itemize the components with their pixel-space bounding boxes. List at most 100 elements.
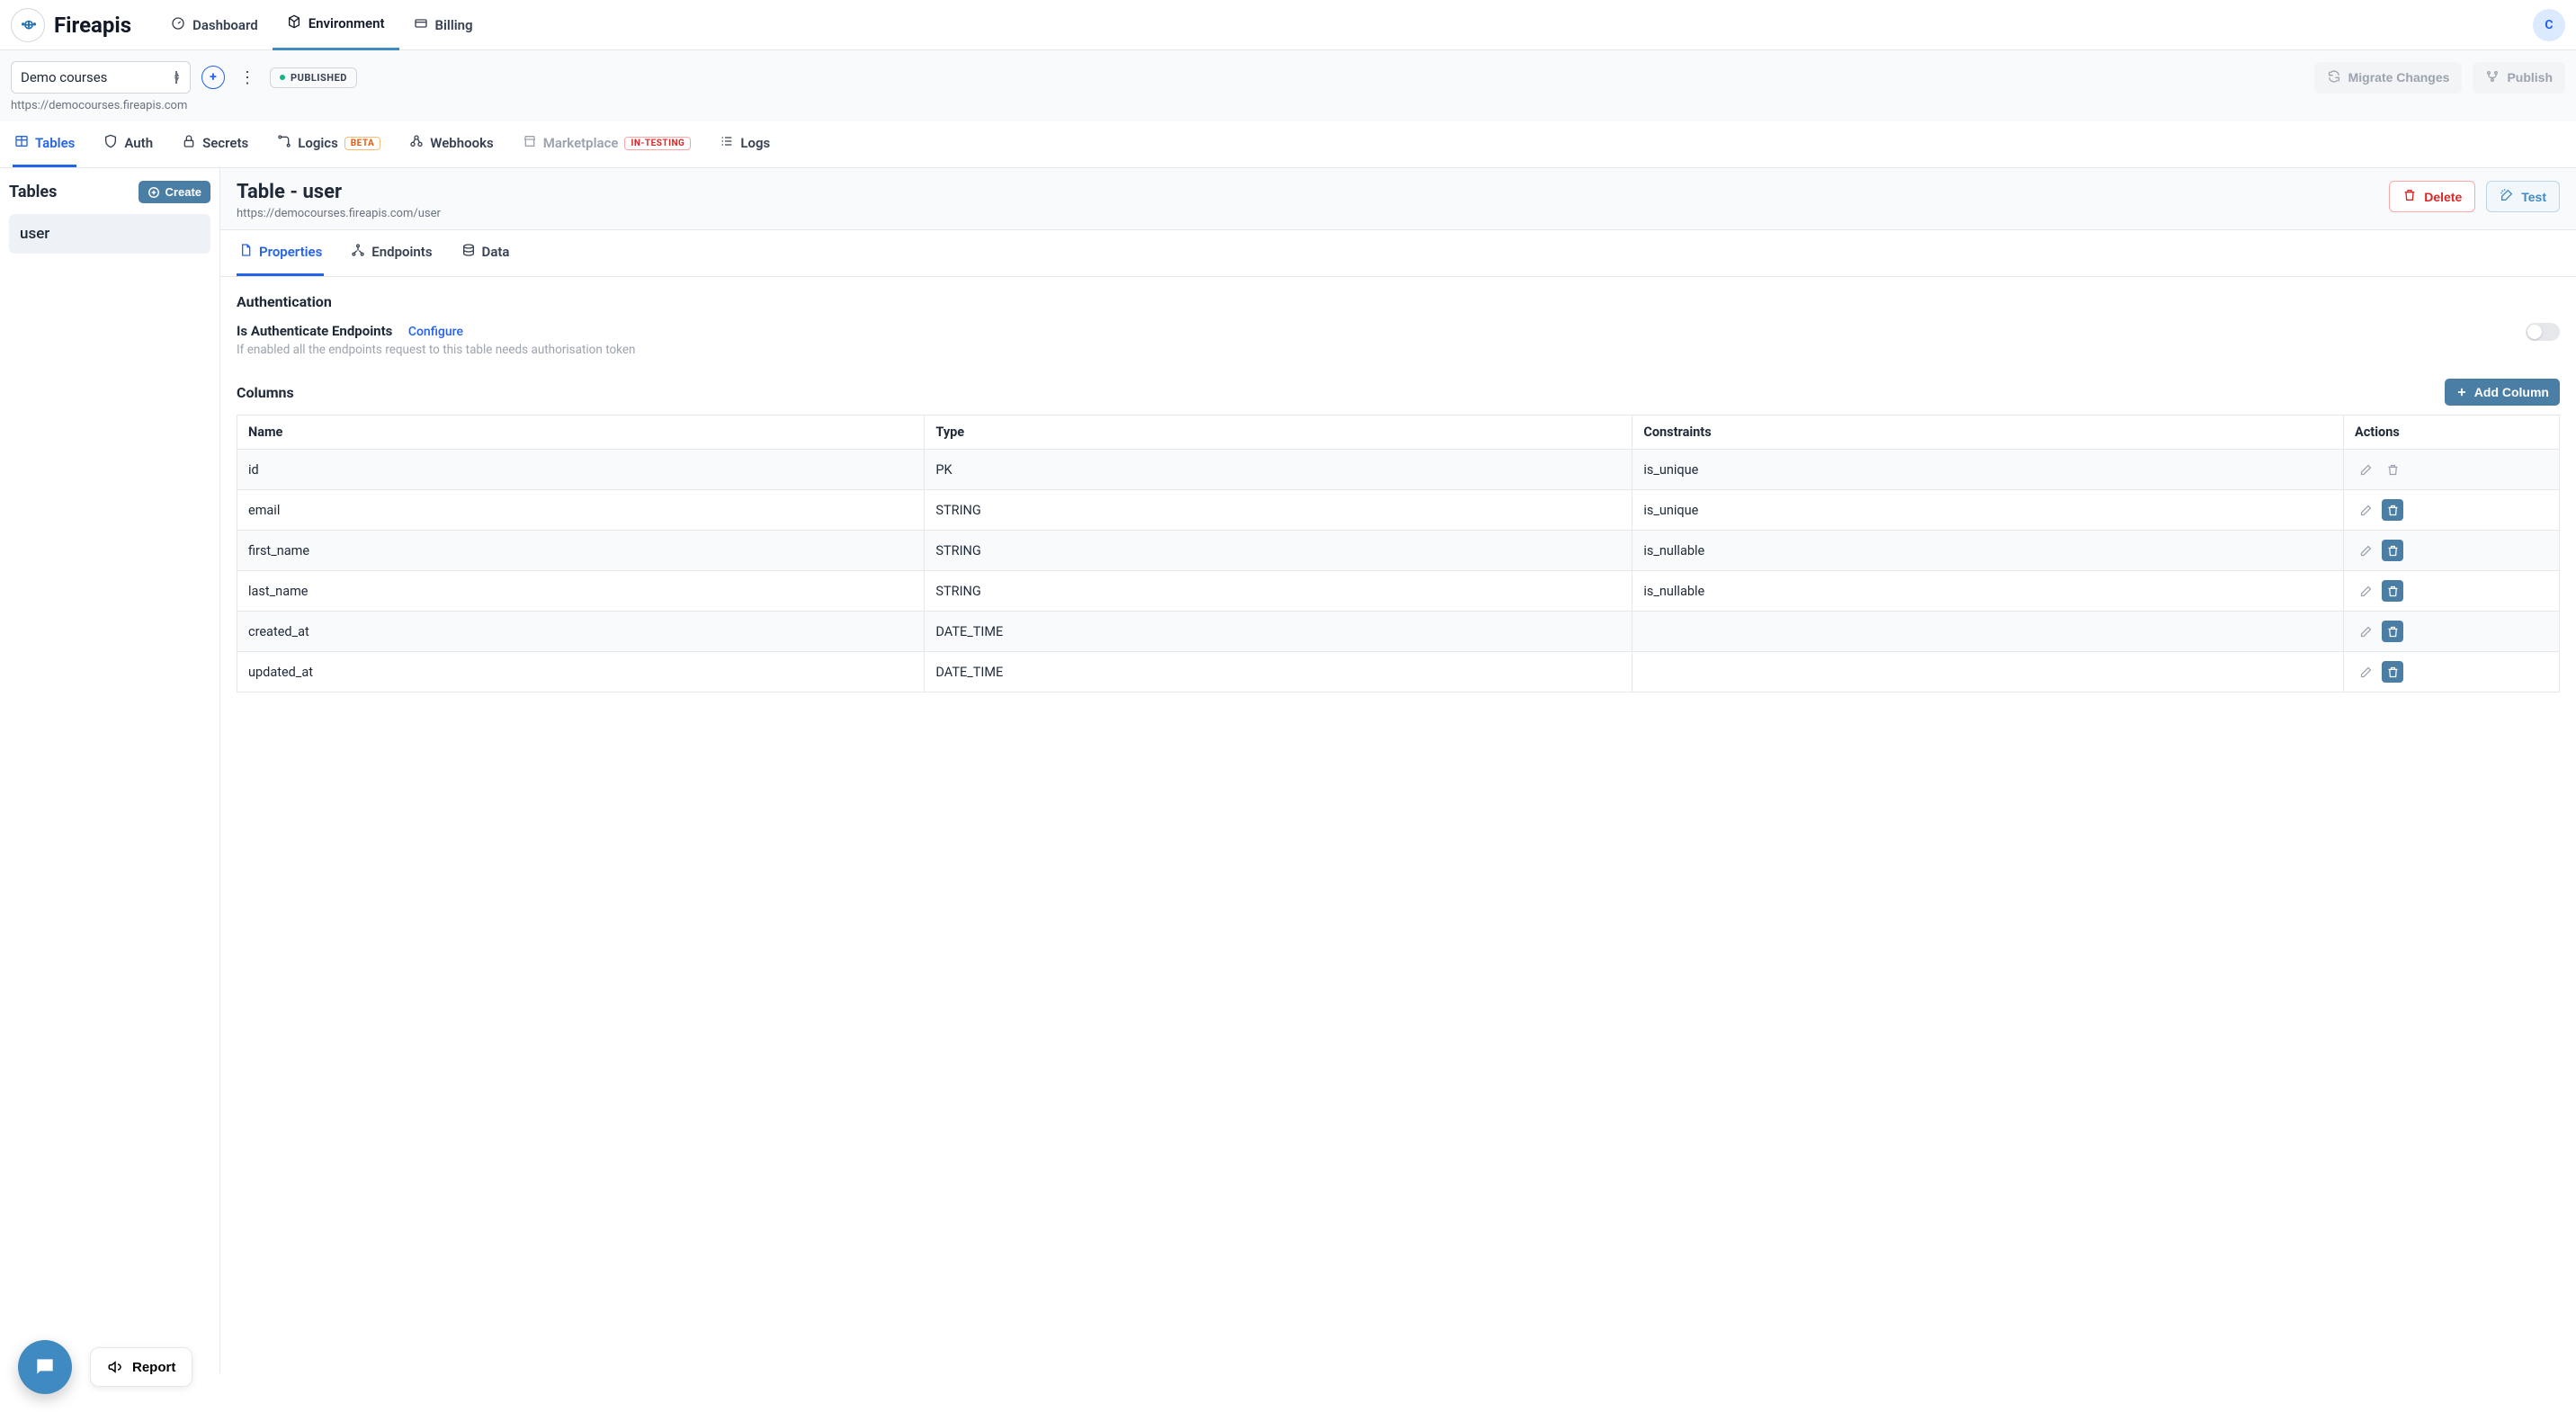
table-content: Table - user https://democourses.fireapi… xyxy=(220,168,2576,1373)
sub-tab-endpoints[interactable]: Endpoints xyxy=(349,230,434,276)
cell-type: STRING xyxy=(925,531,1632,571)
tab-logics[interactable]: Logics BETA xyxy=(275,121,382,167)
list-icon xyxy=(720,134,734,152)
pencil-icon xyxy=(2359,544,2373,558)
add-column-button[interactable]: Add Column xyxy=(2445,379,2560,406)
columns-table: Name Type Constraints Actions idPKis_uni… xyxy=(237,415,2560,693)
cell-constraints: is_unique xyxy=(1632,450,2344,490)
base-url[interactable]: https://democourses.fireapis.com xyxy=(0,99,2576,121)
cell-name: email xyxy=(237,490,925,531)
logo-block[interactable]: •⊕• Fireapis xyxy=(11,8,131,42)
lock-icon xyxy=(182,134,196,152)
avatar[interactable]: C xyxy=(2533,9,2565,41)
flow-icon xyxy=(277,134,291,152)
table-icon xyxy=(14,134,29,152)
auth-description: If enabled all the endpoints request to … xyxy=(237,343,636,357)
plus-icon xyxy=(2455,386,2468,398)
test-table-button[interactable]: Test xyxy=(2486,181,2560,212)
branch-icon xyxy=(2485,69,2500,86)
shield-icon xyxy=(103,134,118,152)
button-label: Delete xyxy=(2424,190,2462,204)
migrate-changes-button[interactable]: Migrate Changes xyxy=(2314,62,2463,94)
nav-environment[interactable]: Environment xyxy=(273,0,399,50)
create-table-button[interactable]: Create xyxy=(139,181,210,203)
floating-actions: Report xyxy=(18,1340,192,1394)
tab-auth[interactable]: Auth xyxy=(102,121,155,167)
publish-button[interactable]: Publish xyxy=(2473,62,2565,94)
pencil-icon xyxy=(2359,585,2373,598)
edit-column-button[interactable] xyxy=(2355,621,2376,642)
edit-column-button[interactable] xyxy=(2355,459,2376,480)
wand-icon xyxy=(2500,188,2514,205)
project-select[interactable]: Demo courses ▲▼ xyxy=(11,61,191,94)
status-label: PUBLISHED xyxy=(291,72,347,84)
nav-dashboard[interactable]: Dashboard xyxy=(157,0,273,50)
database-icon xyxy=(461,243,476,261)
nav-label: Billing xyxy=(435,17,473,33)
tab-marketplace[interactable]: Marketplace IN-TESTING xyxy=(521,121,693,167)
cell-actions xyxy=(2344,531,2560,571)
table-url[interactable]: https://democourses.fireapis.com/user xyxy=(237,207,441,220)
edit-column-button[interactable] xyxy=(2355,580,2376,602)
sub-tab-data[interactable]: Data xyxy=(460,230,512,276)
plus-icon: + xyxy=(210,70,217,85)
delete-column-button[interactable] xyxy=(2382,661,2403,683)
nav-label: Environment xyxy=(309,15,385,31)
edit-column-button[interactable] xyxy=(2355,499,2376,521)
button-label: Create xyxy=(165,185,201,199)
chat-icon xyxy=(33,1355,57,1379)
tab-logs[interactable]: Logs xyxy=(718,121,772,167)
status-badge: PUBLISHED xyxy=(270,67,357,88)
cell-actions xyxy=(2344,450,2560,490)
project-menu-button[interactable]: ⋮ xyxy=(236,68,259,87)
tab-label: Endpoints xyxy=(371,244,432,260)
gauge-icon xyxy=(171,16,185,34)
nav-label: Dashboard xyxy=(192,17,258,33)
button-label: Add Column xyxy=(2474,385,2549,399)
cube-icon xyxy=(287,14,301,32)
sidebar-item-table[interactable]: user xyxy=(9,214,210,254)
configure-link[interactable]: Configure xyxy=(408,325,463,339)
delete-column-button[interactable] xyxy=(2382,580,2403,602)
table-row: idPKis_unique xyxy=(237,450,2560,490)
nav-billing[interactable]: Billing xyxy=(399,0,487,50)
delete-column-button[interactable] xyxy=(2382,499,2403,521)
table-sub-tabs: Properties Endpoints Data xyxy=(220,230,2576,277)
delete-column-button xyxy=(2382,459,2403,480)
auth-toggle[interactable] xyxy=(2526,323,2560,341)
delete-column-button[interactable] xyxy=(2382,540,2403,561)
select-chevrons-icon: ▲▼ xyxy=(173,72,181,83)
page-title: Table - user xyxy=(237,181,441,203)
add-project-button[interactable]: + xyxy=(201,66,225,89)
chat-fab[interactable] xyxy=(18,1340,72,1394)
report-button[interactable]: Report xyxy=(90,1347,192,1387)
edit-column-button[interactable] xyxy=(2355,661,2376,683)
tab-webhooks[interactable]: Webhooks xyxy=(407,121,495,167)
sub-tab-properties[interactable]: Properties xyxy=(237,230,324,276)
columns-heading: Columns xyxy=(237,384,294,401)
cell-actions xyxy=(2344,652,2560,693)
trash-icon xyxy=(2386,666,2400,679)
top-nav: •⊕• Fireapis Dashboard Environment Billi… xyxy=(0,0,2576,50)
avatar-initial: C xyxy=(2545,18,2553,32)
pencil-icon xyxy=(2359,504,2373,517)
cell-actions xyxy=(2344,490,2560,531)
tab-secrets[interactable]: Secrets xyxy=(180,121,250,167)
tab-label: Marketplace xyxy=(543,135,619,151)
cell-actions xyxy=(2344,612,2560,652)
tab-tables[interactable]: Tables xyxy=(13,121,76,167)
brand-name: Fireapis xyxy=(54,13,131,38)
plus-circle-icon xyxy=(148,186,160,199)
delete-table-button[interactable]: Delete xyxy=(2389,181,2475,212)
cell-constraints: is_nullable xyxy=(1632,531,2344,571)
megaphone-icon xyxy=(107,1359,123,1375)
button-label: Test xyxy=(2521,190,2546,204)
delete-column-button[interactable] xyxy=(2382,621,2403,642)
cell-actions xyxy=(2344,571,2560,612)
tab-label: Tables xyxy=(35,135,75,151)
edit-column-button[interactable] xyxy=(2355,540,2376,561)
auth-heading: Authentication xyxy=(237,293,2560,310)
cell-name: first_name xyxy=(237,531,925,571)
cell-name: last_name xyxy=(237,571,925,612)
project-toolbar: Demo courses ▲▼ + ⋮ PUBLISHED Migrate Ch… xyxy=(0,50,2576,99)
